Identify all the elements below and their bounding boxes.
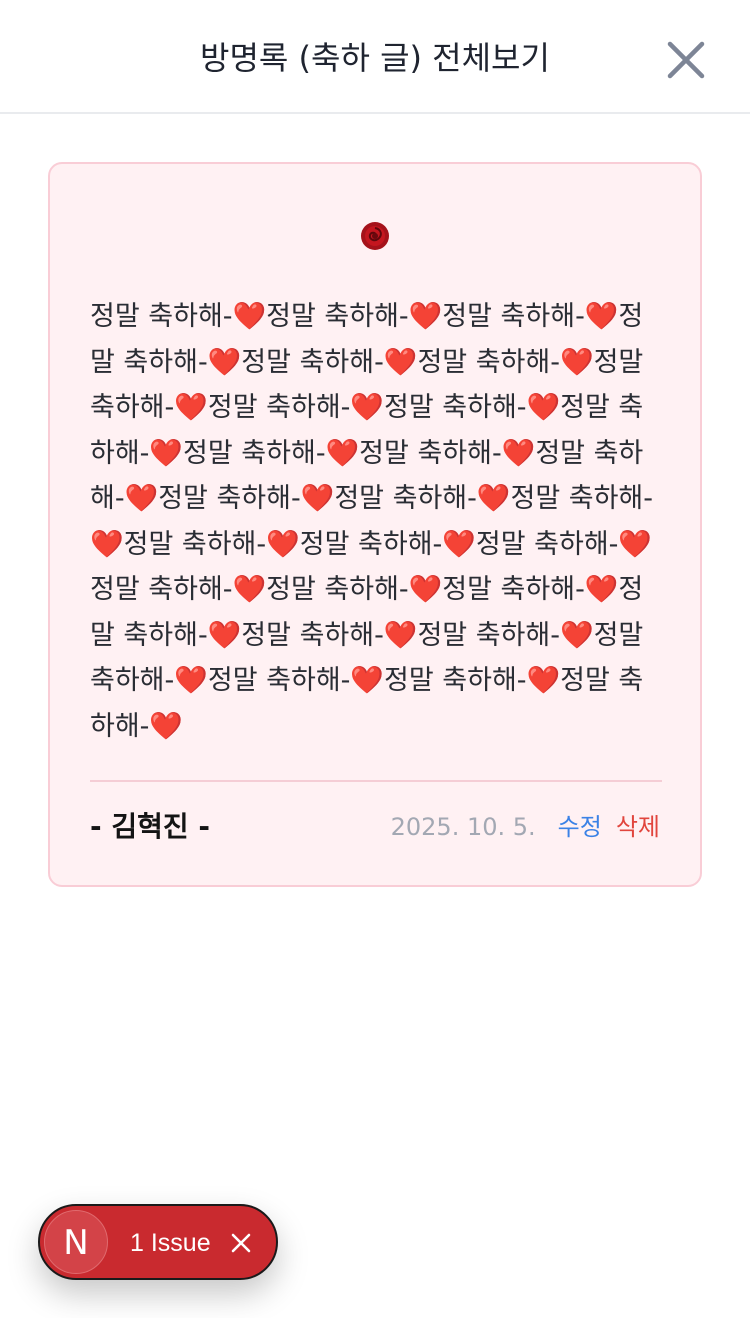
delete-button[interactable]: 삭제	[616, 813, 660, 841]
modal-header: 방명록 (축하 글) 전체보기	[0, 0, 750, 114]
page-title: 방명록 (축하 글) 전체보기	[200, 39, 550, 77]
dismiss-issues-button[interactable]	[228, 1230, 254, 1256]
close-button[interactable]	[664, 38, 708, 82]
guestbook-message: 정말 축하해-❤️정말 축하해-❤️정말 축하해-❤️정말 축하해-❤️정말 축…	[90, 301, 654, 742]
divider	[90, 780, 662, 782]
issues-indicator-button[interactable]: N 1 Issue	[38, 1204, 278, 1280]
guestbook-entry-card: 정말 축하해-❤️정말 축하해-❤️정말 축하해-❤️정말 축하해-❤️정말 축…	[48, 162, 702, 887]
edit-button[interactable]: 수정	[558, 813, 602, 841]
issue-count-label: 1 Issue	[130, 1229, 211, 1257]
entry-date: 2025. 10. 5.	[390, 813, 536, 841]
nextjs-logo-icon: N	[44, 1210, 108, 1274]
close-icon	[667, 41, 705, 79]
entry-meta: 2025. 10. 5. 수정 삭제	[391, 810, 660, 844]
rose-icon	[359, 220, 391, 252]
author-name: - 김혁진 -	[90, 810, 211, 843]
close-icon	[231, 1233, 251, 1253]
